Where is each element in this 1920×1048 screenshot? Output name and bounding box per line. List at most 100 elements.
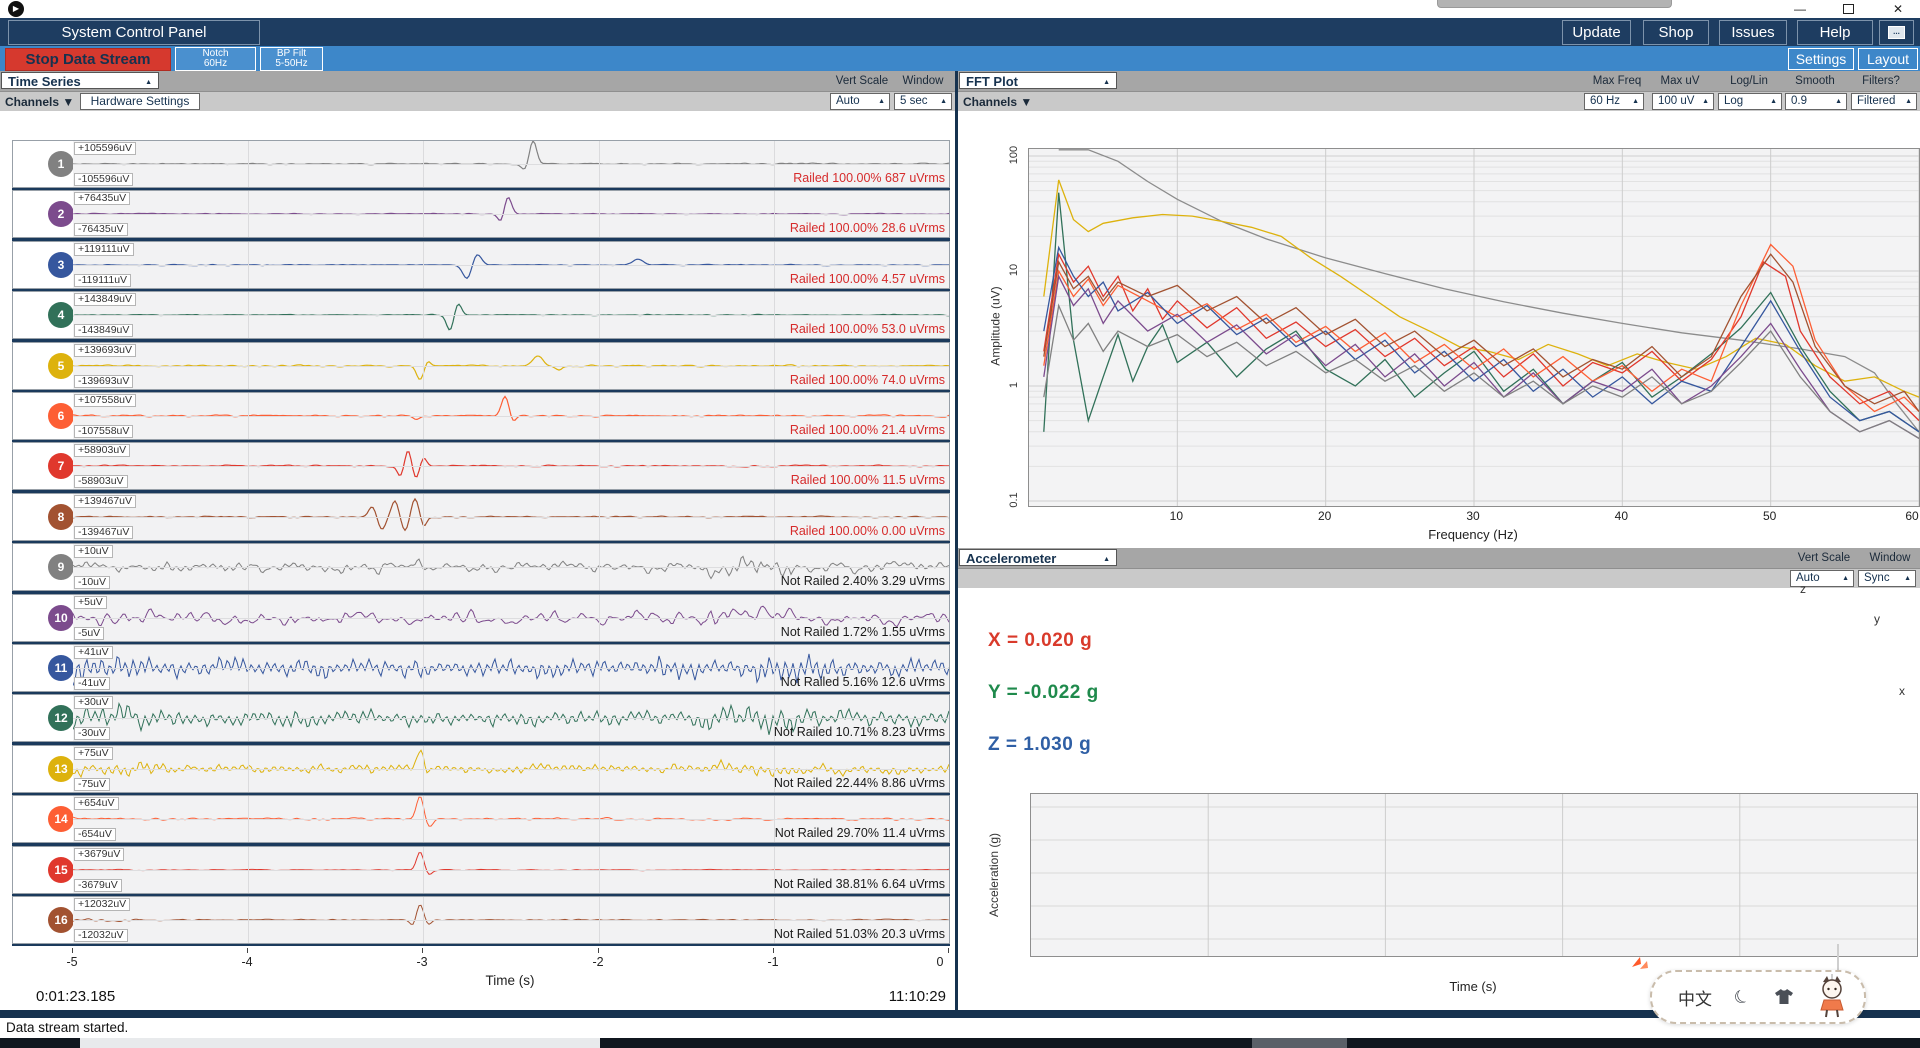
- taskbar-item[interactable]: [80, 1038, 600, 1048]
- maximize-icon: [1843, 4, 1854, 14]
- notch-filter-button[interactable]: Notch 60Hz: [175, 47, 256, 71]
- x-tick-label: 0: [925, 955, 955, 969]
- stop-data-stream-button[interactable]: Stop Data Stream: [5, 48, 171, 71]
- scale-label-neg: -58903uV: [74, 475, 128, 488]
- channel-10-toggle-button[interactable]: 10: [48, 605, 74, 631]
- window-dropdown[interactable]: 5 sec▲: [894, 93, 952, 110]
- fft-maxfreq-dropdown[interactable]: 60 Hz▲: [1584, 93, 1644, 110]
- channel-row: 16Ω+12032uV-12032uVNot Railed 51.03% 20.…: [12, 896, 950, 944]
- channel-plot: +30uV -30uV Not Railed 10.71% 8.23 uVrms: [73, 695, 949, 741]
- channel-plot: +143849uV-143849uVRailed 100.00% 53.0 uV…: [73, 292, 949, 338]
- accel-window-dropdown[interactable]: Sync▲: [1858, 570, 1916, 587]
- hardware-settings-button[interactable]: Hardware Settings: [80, 93, 200, 110]
- channel-5-toggle-button[interactable]: 5: [48, 353, 74, 379]
- x-tick-mark: [422, 948, 423, 953]
- scale-label-neg: -5uV: [74, 627, 104, 640]
- fft-control-label: Max Freq: [1582, 75, 1652, 87]
- accel-z-value: Z = 1.030 g: [988, 734, 1091, 756]
- scale-label-neg: -119111uV: [74, 274, 131, 287]
- scale-label-pos: +139693uV: [74, 344, 136, 357]
- railed-status: Railed 100.00% 11.5 uVrms: [791, 473, 945, 487]
- taskbar-item[interactable]: [1252, 1038, 1347, 1048]
- channel-8-toggle-button[interactable]: 8: [48, 504, 74, 530]
- channel-row: 13Ω+75uV-75uVNot Railed 22.44% 8.86 uVrm…: [12, 745, 950, 793]
- baseline-gridline: [73, 214, 949, 215]
- fft-maxuv-dropdown[interactable]: 100 uV▲: [1652, 93, 1714, 110]
- baseline-gridline: [73, 265, 949, 266]
- railed-status: Not Railed 22.44% 8.86 uVrms: [774, 776, 945, 790]
- bandpass-filter-button[interactable]: BP Filt 5-50Hz: [260, 47, 323, 71]
- channel-1-toggle-button[interactable]: 1: [48, 151, 74, 177]
- railed-status: Railed 100.00% 21.4 uVrms: [790, 423, 945, 437]
- x-tick-mark: [247, 948, 248, 953]
- channel-4-toggle-button[interactable]: 4: [48, 302, 74, 328]
- fft-title: FFT Plot: [966, 74, 1018, 89]
- layout-button[interactable]: Layout: [1858, 48, 1918, 70]
- fft-subheader: Channels ▼ 60 Hz▲ 100 uV▲Log▲0.9▲Filtered…: [958, 91, 1920, 111]
- fft-smooth-dropdown[interactable]: 0.9▲: [1785, 93, 1847, 110]
- console-button[interactable]: ...: [1879, 20, 1914, 45]
- railed-status: Not Railed 1.72% 1.55 uVrms: [781, 625, 945, 639]
- help-button[interactable]: Help: [1797, 20, 1873, 45]
- accel-y-value: Y = -0.022 g: [988, 682, 1099, 704]
- fft-loglin-dropdown[interactable]: Log▲: [1718, 93, 1782, 110]
- maximize-button[interactable]: [1828, 0, 1868, 18]
- channel-3-toggle-button[interactable]: 3: [48, 252, 74, 278]
- fft-widget-dropdown[interactable]: FFT Plot▲: [959, 72, 1117, 89]
- translate-language-button[interactable]: 中文: [1678, 985, 1712, 1010]
- channel-plot: +139467uV-139467uVRailed 100.00% 0.00 uV…: [73, 494, 949, 540]
- time-series-xlabel: Time (s): [430, 973, 590, 988]
- channel-15-toggle-button[interactable]: 15: [48, 857, 74, 883]
- scale-label-pos: +30uV: [74, 696, 113, 709]
- x-tick-label: -3: [407, 955, 437, 969]
- channel-14-toggle-button[interactable]: 14: [48, 806, 74, 832]
- stream-toolbar: Stop Data Stream Notch 60Hz BP Filt 5-50…: [0, 46, 1920, 71]
- settings-button[interactable]: Settings: [1788, 48, 1854, 70]
- minimize-button[interactable]: —: [1780, 0, 1820, 18]
- channel-plot: +654uV-654uVNot Railed 29.70% 11.4 uVrms: [73, 796, 949, 842]
- fft-y-tick-label: 0.1: [1008, 485, 1020, 515]
- shop-button[interactable]: Shop: [1643, 20, 1709, 45]
- close-button[interactable]: ✕: [1878, 0, 1918, 18]
- channel-7-toggle-button[interactable]: 7: [48, 453, 74, 479]
- chevron-up-icon: ▲: [145, 74, 152, 91]
- scale-label-neg: -30uV: [74, 727, 110, 740]
- dark-mode-moon-icon[interactable]: ☾: [1730, 984, 1754, 1010]
- system-control-panel-button[interactable]: System Control Panel: [8, 20, 260, 45]
- channel-6-toggle-button[interactable]: 6: [48, 403, 74, 429]
- channel-13-toggle-button[interactable]: 13: [48, 756, 74, 782]
- baseline-gridline: [73, 164, 949, 165]
- time-series-widget-dropdown[interactable]: Time Series▲: [1, 72, 159, 89]
- ball-z-label: z: [1800, 582, 1806, 596]
- status-separator: [0, 1010, 1920, 1018]
- channel-plot: +139693uV-139693uVRailed 100.00% 74.0 uV…: [73, 343, 949, 389]
- fft-x-tick-label: 50: [1752, 509, 1788, 523]
- channel-16-toggle-button[interactable]: 16: [48, 907, 74, 933]
- fft-x-tick-label: 10: [1158, 509, 1194, 523]
- channel-11-toggle-button[interactable]: 11: [48, 655, 74, 681]
- scale-label-pos: +119111uV: [74, 243, 134, 256]
- baseline-gridline: [73, 718, 949, 719]
- channel-2-toggle-button[interactable]: 2: [48, 201, 74, 227]
- fft-control-label: Smooth: [1780, 75, 1850, 87]
- accel-widget-dropdown[interactable]: Accelerometer▲: [959, 549, 1117, 566]
- shirt-icon[interactable]: [1774, 988, 1794, 1006]
- fft-x-tick-label: 30: [1455, 509, 1491, 523]
- channel-row: 15Ω+3679uV-3679uVNot Railed 38.81% 6.64 …: [12, 846, 950, 894]
- fft-channels-dropdown-button[interactable]: Channels ▼: [963, 95, 1032, 109]
- fft-filters-dropdown[interactable]: Filtered▲: [1851, 93, 1917, 110]
- update-button[interactable]: Update: [1562, 20, 1631, 45]
- scale-label-neg: -41uV: [74, 677, 110, 690]
- channels-dropdown-button[interactable]: Channels ▼: [5, 95, 74, 109]
- vert-scale-dropdown[interactable]: Auto▲: [830, 93, 890, 110]
- fft-control-label: Log/Lin: [1714, 75, 1784, 87]
- railed-status: Not Railed 10.71% 8.23 uVrms: [774, 725, 945, 739]
- channel-12-toggle-button[interactable]: 12: [48, 705, 74, 731]
- issues-button[interactable]: Issues: [1719, 20, 1787, 45]
- mascot-character[interactable]: [1810, 974, 1850, 1020]
- scale-label-pos: +10uV: [74, 545, 113, 558]
- baseline-gridline: [73, 567, 949, 568]
- accel-xlabel: Time (s): [1393, 979, 1553, 994]
- channel-9-toggle-button[interactable]: 9: [48, 554, 74, 580]
- fft-x-tick-label: 60: [1894, 509, 1920, 523]
